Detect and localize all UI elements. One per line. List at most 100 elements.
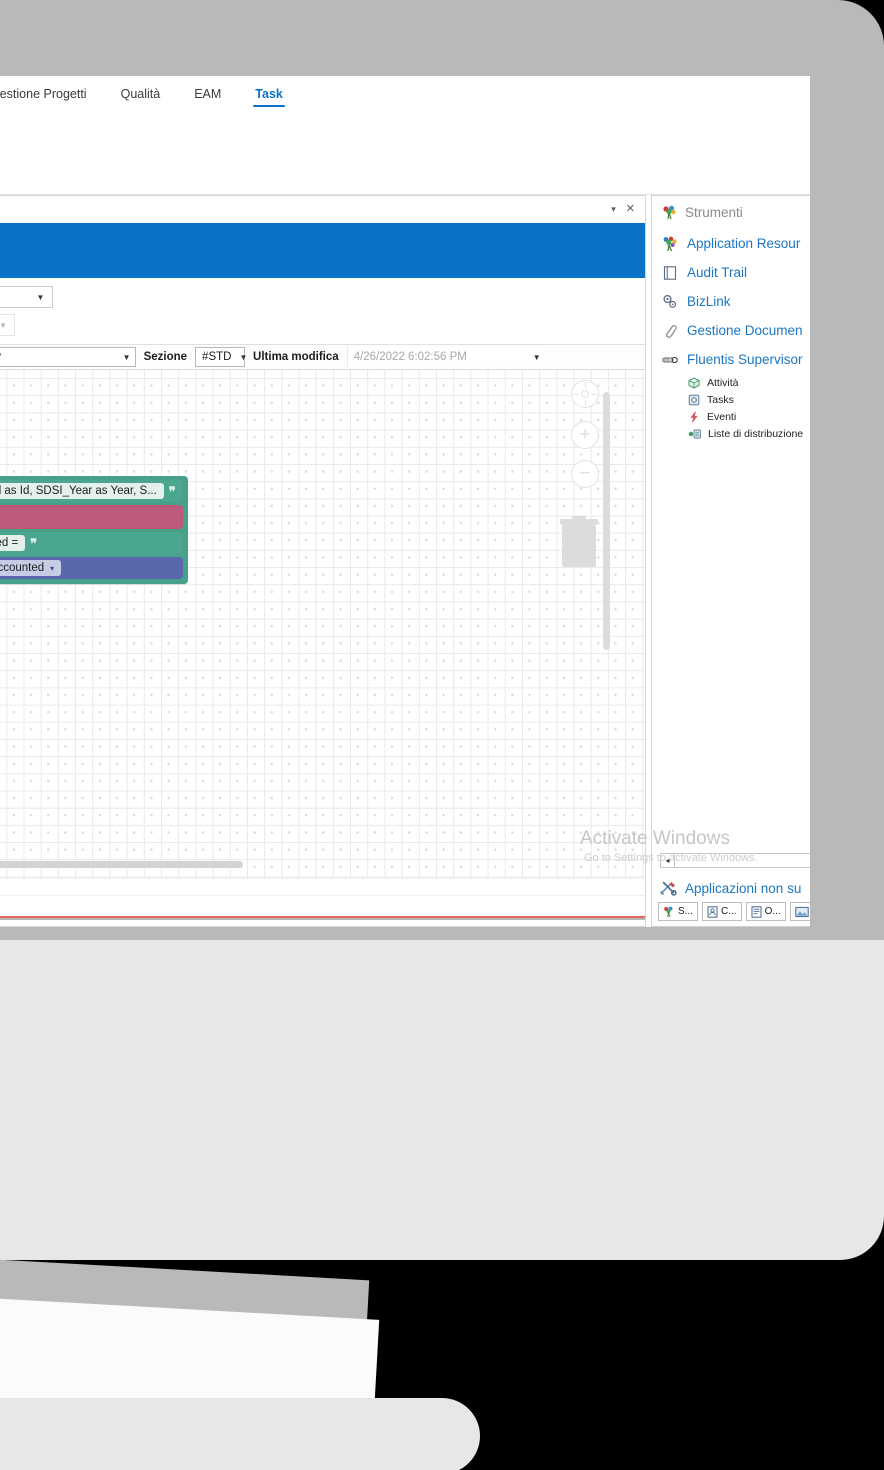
chevron-down-icon: ▾	[50, 564, 55, 573]
datetime-dropdown-button[interactable]: ▼	[29, 286, 53, 308]
sezione-value: #STD	[202, 351, 232, 363]
ultima-modifica-label: Ultima modifica	[253, 351, 339, 363]
tools-panel-title: Strumenti	[685, 205, 743, 220]
get-task-parameter-chip[interactable]: IsAccounted ▾	[0, 560, 62, 576]
center-dot	[581, 390, 589, 398]
app-nav-bar: Gestione Progetti Qualità EAM Task	[0, 76, 810, 122]
supervisor-icon	[662, 352, 678, 368]
screen-content: Gestione Progetti Qualità EAM Task ▾ ✕ 0…	[0, 76, 810, 927]
blockly-canvas[interactable]: with ❝ select TOP 5 SDSI_Id as Id, SDSI_…	[0, 370, 645, 878]
with-block-children: ❝ select TOP 5 SDSI_Id as Id, SDSI_Year …	[0, 480, 183, 579]
plus-icon: +	[571, 421, 599, 449]
sql-text-block-2[interactable]: ❝ and SDSI_IsAccounted = ❞	[0, 532, 183, 554]
tools-tab-label: S...	[678, 906, 694, 917]
tools-tab-contatti[interactable]: C...	[702, 902, 742, 921]
tick-left	[573, 393, 579, 395]
tick-right	[591, 393, 597, 395]
app-ribbon-empty-area	[0, 122, 810, 194]
sql-text-2-value: and SDSI_IsAccounted =	[0, 535, 26, 551]
tipo-script-select[interactable]: Blockly ▼	[0, 347, 136, 367]
tools-item-label: Audit Trail	[687, 265, 748, 280]
chevron-down-icon: ▼	[122, 352, 131, 362]
nav-tab-qualita[interactable]: Qualità	[119, 84, 163, 107]
box-icon	[688, 376, 700, 389]
tools-item-label: Gestione Documen	[687, 323, 803, 338]
tick-bottom	[584, 400, 586, 406]
monitor-bezel-bottom	[0, 940, 884, 1260]
ultima-modifica-field[interactable]: 4/26/2022 6:02:56 PM ▼	[346, 347, 545, 367]
tools-item-gestione-documenti[interactable]: Gestione Documen	[662, 316, 810, 345]
tick-top	[584, 382, 586, 388]
chevron-down-icon: ▼	[0, 320, 7, 330]
get-task-parameter-value: IsAccounted	[0, 562, 45, 574]
variable-block-companyid[interactable]: CompanyId▾	[0, 505, 183, 529]
tools-panel-horizontal-scrollbar[interactable]: ◂	[660, 853, 810, 868]
blockly-zoom-in-button[interactable]: +	[571, 421, 599, 449]
tools-bouquet-icon	[662, 205, 677, 220]
tools-subitem-liste-di-distribuzione[interactable]: Liste di distribuzione	[688, 425, 810, 442]
tools-item-label: Application Resour	[687, 236, 801, 251]
blockly-vertical-scrollbar[interactable]	[603, 392, 610, 650]
tools-item-application-resources[interactable]: Application Resour	[662, 229, 810, 258]
gears-icon	[662, 294, 678, 310]
document-window: ▾ ✕ 022 9:52:47 AM ▼ ▼ Tipo sc	[0, 195, 646, 927]
tools-item-bizlink[interactable]: BizLink	[662, 287, 810, 316]
footer-gray-line	[0, 918, 645, 920]
tools-tab-strumenti[interactable]: S...	[658, 902, 699, 921]
ultima-modifica-value: 4/26/2022 6:02:56 PM	[353, 351, 467, 363]
tools-subitem-attivita[interactable]: Attività	[688, 374, 810, 391]
blockly-block-group[interactable]: with ❝ select TOP 5 SDSI_Id as Id, SDSI_…	[0, 476, 188, 584]
close-icon[interactable]: ✕	[626, 204, 635, 215]
chevron-down-icon: ▼	[239, 352, 248, 362]
tools-bouquet-icon	[663, 906, 675, 918]
scroll-track[interactable]	[675, 853, 810, 868]
trash-lid	[560, 516, 598, 525]
tools-panel: Strumenti Application Resour Audit Trail…	[651, 195, 810, 927]
document-fields: 022 9:52:47 AM ▼ ▼	[0, 278, 645, 344]
tools-subitem-label: Tasks	[707, 393, 734, 406]
monitor-stand-base	[0, 1398, 480, 1470]
outline-icon	[751, 905, 762, 918]
minus-icon: −	[571, 460, 599, 488]
nav-tab-task[interactable]: Task	[253, 84, 285, 107]
sezione-label: Sezione	[143, 351, 188, 363]
secondary-combo-input[interactable]: ▼	[0, 314, 15, 336]
with-block[interactable]: with ❝ select TOP 5 SDSI_Id as Id, SDSI_…	[0, 476, 188, 584]
blockly-trash-button[interactable]	[560, 516, 598, 567]
document-header-banner	[0, 223, 645, 278]
quote-close-icon: ❞	[30, 535, 38, 551]
scroll-left-arrow-icon[interactable]: ◂	[660, 853, 675, 868]
get-task-parameter-block[interactable]: get Task parameter IsAccounted▾	[0, 557, 183, 579]
tools-subitem-eventi[interactable]: Eventi	[688, 408, 810, 425]
paperclip-icon	[662, 323, 678, 339]
sql-text-block-1[interactable]: ❝ select TOP 5 SDSI_Id as Id, SDSI_Year …	[0, 480, 183, 502]
blockly-center-button[interactable]	[571, 380, 599, 408]
tools-subitem-label: Attività	[707, 376, 739, 389]
footer-divider	[0, 895, 645, 896]
sql-text-1-value: select TOP 5 SDSI_Id as Id, SDSI_Year as…	[0, 483, 164, 499]
tools-panel-tabs: S... C... O...	[658, 902, 810, 921]
monitor-scene: Gestione Progetti Qualità EAM Task ▾ ✕ 0…	[0, 0, 884, 1470]
tools-tab-label: C...	[721, 906, 737, 917]
tools-tab-label: O...	[764, 906, 781, 917]
sezione-select[interactable]: #STD ▼	[195, 347, 248, 367]
nav-tab-eam[interactable]: EAM	[192, 84, 223, 107]
tools-subitem-label: Liste di distribuzione	[708, 427, 804, 440]
center-target-icon	[571, 380, 599, 408]
nav-tab-gestione-progetti[interactable]: Gestione Progetti	[0, 84, 89, 107]
blockly-horizontal-scrollbar[interactable]	[0, 861, 243, 868]
tools-subitem-tasks[interactable]: Tasks	[688, 391, 810, 408]
tools-icon	[660, 880, 677, 896]
blockly-zoom-out-button[interactable]: −	[571, 460, 599, 488]
application-resources-icon	[662, 236, 678, 252]
lightning-icon	[688, 411, 700, 423]
tools-item-applicazioni-non-supportate[interactable]: Applicazioni non su	[660, 880, 801, 896]
chevron-down-icon[interactable]: ▾	[611, 205, 616, 214]
quote-close-icon: ❞	[168, 483, 176, 499]
tools-item-fluentis-supervisor[interactable]: Fluentis Supervisor	[662, 345, 810, 374]
tools-tab-outline[interactable]: O...	[745, 902, 786, 921]
tools-tab-image[interactable]	[789, 902, 810, 921]
tools-item-audit-trail[interactable]: Audit Trail	[662, 258, 810, 287]
tools-panel-header: Strumenti	[652, 196, 810, 229]
tools-item-label: Fluentis Supervisor	[687, 352, 803, 367]
